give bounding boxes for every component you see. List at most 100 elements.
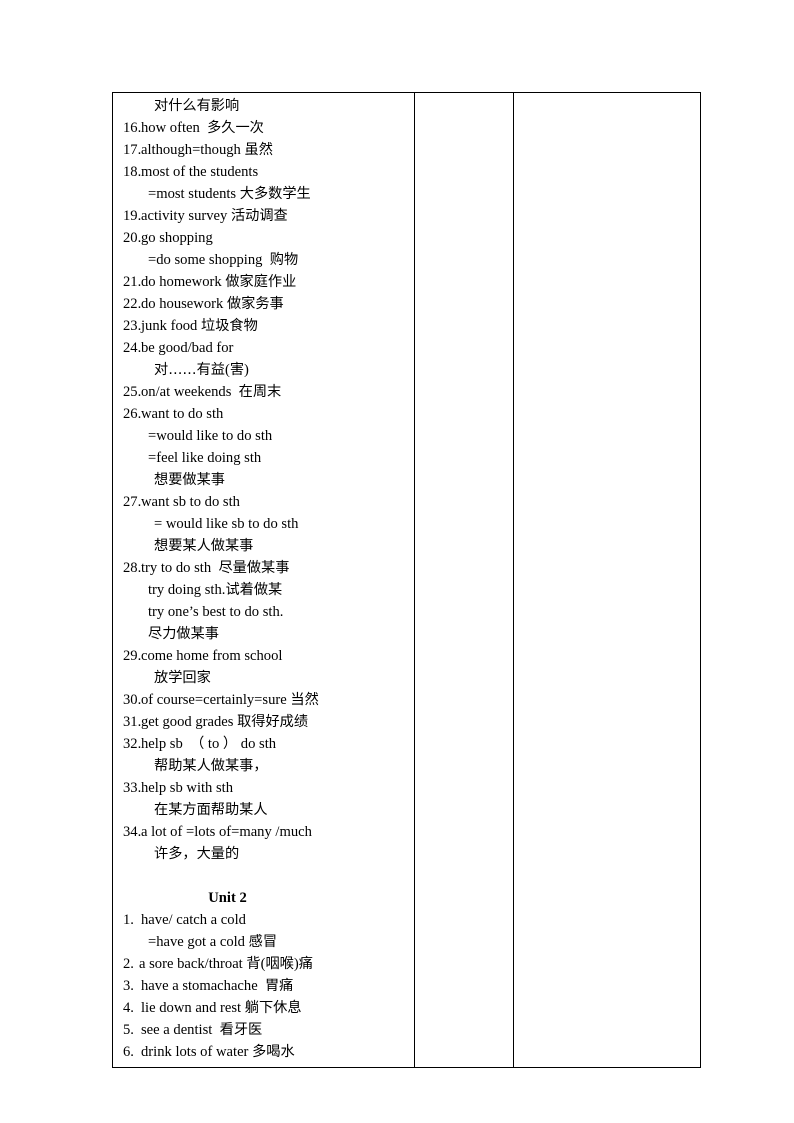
cjk-text: 取得好成绩 bbox=[237, 714, 309, 730]
vocabulary-entry-continuation: 对什么有影响 bbox=[116, 95, 411, 117]
latin-text: ) bbox=[244, 362, 249, 378]
empty-cell-content-2 bbox=[415, 93, 513, 1008]
latin-text: activity survey bbox=[141, 208, 231, 224]
entry-text: drink lots of water 多喝水 bbox=[141, 1044, 295, 1060]
vocabulary-entry: 5. see a dentist 看牙医 bbox=[116, 1019, 411, 1041]
cjk-text: 活动调查 bbox=[230, 208, 288, 224]
entry-text: do housework 做家务事 bbox=[141, 296, 284, 312]
vocabulary-entry: 17.although=though 虽然 bbox=[116, 139, 411, 161]
vocabulary-table: 对什么有影响 16.how often 多久一次 17.although=thoug… bbox=[112, 92, 701, 1068]
entry-number: 17. bbox=[123, 142, 142, 158]
vocabulary-entry: 23.junk food 垃圾食物 bbox=[116, 315, 411, 337]
latin-text: = would like sb to do sth bbox=[154, 516, 299, 532]
cjk-text: 感冒 bbox=[248, 934, 278, 950]
cjk-text: 对……有益 bbox=[154, 362, 225, 378]
vocabulary-entry-continuation: 尽力做某事 bbox=[116, 623, 411, 645]
entry-text: junk food 垃圾食物 bbox=[141, 318, 258, 334]
vocabulary-entry: 33.help sb with sth bbox=[116, 777, 411, 799]
document-page: 对什么有影响 16.how often 多久一次 17.although=thoug… bbox=[0, 0, 794, 1123]
latin-text: do homework bbox=[141, 274, 226, 290]
entry-text: most of the students bbox=[141, 164, 258, 180]
cjk-text: 躺下休息 bbox=[244, 1000, 302, 1016]
entry-text: help sb （ to ） do sth bbox=[141, 736, 276, 752]
latin-text: a lot of =lots of=many /much bbox=[141, 824, 312, 840]
vocabulary-entry: 30.of course=certainly=sure 当然 bbox=[116, 689, 411, 711]
entry-text: a sore back/throat 背(咽喉)痛 bbox=[139, 956, 313, 972]
latin-text: have a stomachache bbox=[141, 978, 265, 994]
cjk-text: 帮助某人做某事， bbox=[154, 758, 268, 774]
latin-text: be good/bad for bbox=[141, 340, 234, 356]
cjk-text: 做家庭作业 bbox=[225, 274, 297, 290]
cjk-text: 害 bbox=[229, 362, 245, 378]
latin-text: Unit 2 bbox=[208, 890, 247, 906]
cjk-text: 许多，大量的 bbox=[154, 846, 240, 862]
vocabulary-entry-continuation: =most students 大多数学生 bbox=[116, 183, 411, 205]
entry-text: have/ catch a cold bbox=[141, 912, 246, 928]
entry-text: be good/bad for bbox=[141, 340, 233, 356]
vocabulary-entry: 27.want sb to do sth bbox=[116, 491, 411, 513]
vocabulary-entry-list: 对什么有影响 16.how often 多久一次 17.although=thoug… bbox=[113, 93, 414, 1067]
latin-text: although=though bbox=[141, 142, 245, 158]
vocabulary-entry-continuation: 想要某人做某事 bbox=[116, 535, 411, 557]
vocabulary-entry: 6. drink lots of water 多喝水 bbox=[116, 1041, 411, 1063]
latin-text: =would like to do sth bbox=[148, 428, 273, 444]
entry-number: 20. bbox=[123, 230, 142, 246]
latin-text: try doing sth. bbox=[148, 582, 226, 598]
latin-text: come home from school bbox=[141, 648, 283, 664]
vocabulary-entry: 1. have/ catch a cold bbox=[116, 909, 411, 931]
vocabulary-entry-continuation: 在某方面帮助某人 bbox=[116, 799, 411, 821]
entry-text: help sb with sth bbox=[141, 780, 233, 796]
vocabulary-entry-continuation: 帮助某人做某事， bbox=[116, 755, 411, 777]
cjk-text: 大多数学生 bbox=[239, 186, 311, 202]
latin-text: help sb with sth bbox=[141, 780, 234, 796]
vocabulary-entry: 18.most of the students bbox=[116, 161, 411, 183]
entry-number: 1. bbox=[123, 912, 134, 928]
cjk-text: 放学回家 bbox=[154, 670, 211, 686]
latin-text: most of the students bbox=[141, 164, 259, 180]
vocabulary-entry: 19.activity survey 活动调查 bbox=[116, 205, 411, 227]
vocabulary-entry: 22.do housework 做家务事 bbox=[116, 293, 411, 315]
cjk-text: 对什么有影响 bbox=[154, 98, 240, 114]
entry-text: have a stomachache 胃痛 bbox=[141, 978, 293, 994]
entry-number: 2. bbox=[123, 956, 134, 972]
cjk-text: 尽力做某事 bbox=[148, 626, 219, 642]
latin-text: want to do sth bbox=[141, 406, 224, 422]
entry-text: come home from school bbox=[141, 648, 282, 664]
entry-number: 30. bbox=[123, 692, 142, 708]
unit-heading: Unit 2 bbox=[116, 887, 411, 909]
entry-number: 24. bbox=[123, 340, 142, 356]
cjk-text: 想要某人做某事 bbox=[154, 538, 254, 554]
entry-number: 5. bbox=[123, 1022, 134, 1038]
cjk-text: 垃圾食物 bbox=[201, 318, 258, 334]
latin-text: do sth bbox=[237, 736, 277, 752]
latin-text: to bbox=[204, 736, 223, 752]
cjk-text: 虽然 bbox=[244, 142, 273, 158]
entry-text: of course=certainly=sure 当然 bbox=[141, 692, 319, 708]
table-cell-empty-3 bbox=[513, 92, 701, 1068]
latin-text: go shopping bbox=[141, 230, 213, 246]
cjk-text: 在某方面帮助某人 bbox=[154, 802, 268, 818]
latin-text: try to do sth bbox=[141, 560, 219, 576]
cjk-text: 想要做某事 bbox=[154, 472, 225, 488]
entry-number: 26. bbox=[123, 406, 142, 422]
latin-text: how often bbox=[141, 120, 208, 136]
entry-number: 23. bbox=[123, 318, 142, 334]
vocabulary-entry: 32.help sb （ to ） do sth bbox=[116, 733, 411, 755]
vocabulary-entry: 24.be good/bad for bbox=[116, 337, 411, 359]
entry-number: 6. bbox=[123, 1044, 134, 1060]
latin-text: =feel like doing sth bbox=[148, 450, 262, 466]
entry-text: lie down and rest 躺下休息 bbox=[141, 1000, 302, 1016]
vocabulary-entry-continuation: = would like sb to do sth bbox=[116, 513, 411, 535]
cjk-text: （ bbox=[190, 736, 205, 752]
entry-number: 31. bbox=[123, 714, 142, 730]
entry-number: 16. bbox=[123, 120, 142, 136]
entry-number: 21. bbox=[123, 274, 142, 290]
entry-text: how often 多久一次 bbox=[141, 120, 264, 136]
latin-text: want sb to do sth bbox=[141, 494, 240, 510]
vocabulary-entry-continuation: =have got a cold 感冒 bbox=[116, 931, 411, 953]
cjk-text: 咽喉 bbox=[265, 956, 294, 972]
latin-text: get good grades bbox=[141, 714, 238, 730]
vocabulary-entry: 3. have a stomachache 胃痛 bbox=[116, 975, 411, 997]
cjk-text: 尽量做某事 bbox=[218, 560, 290, 576]
vocabulary-entry: 29.come home from school bbox=[116, 645, 411, 667]
